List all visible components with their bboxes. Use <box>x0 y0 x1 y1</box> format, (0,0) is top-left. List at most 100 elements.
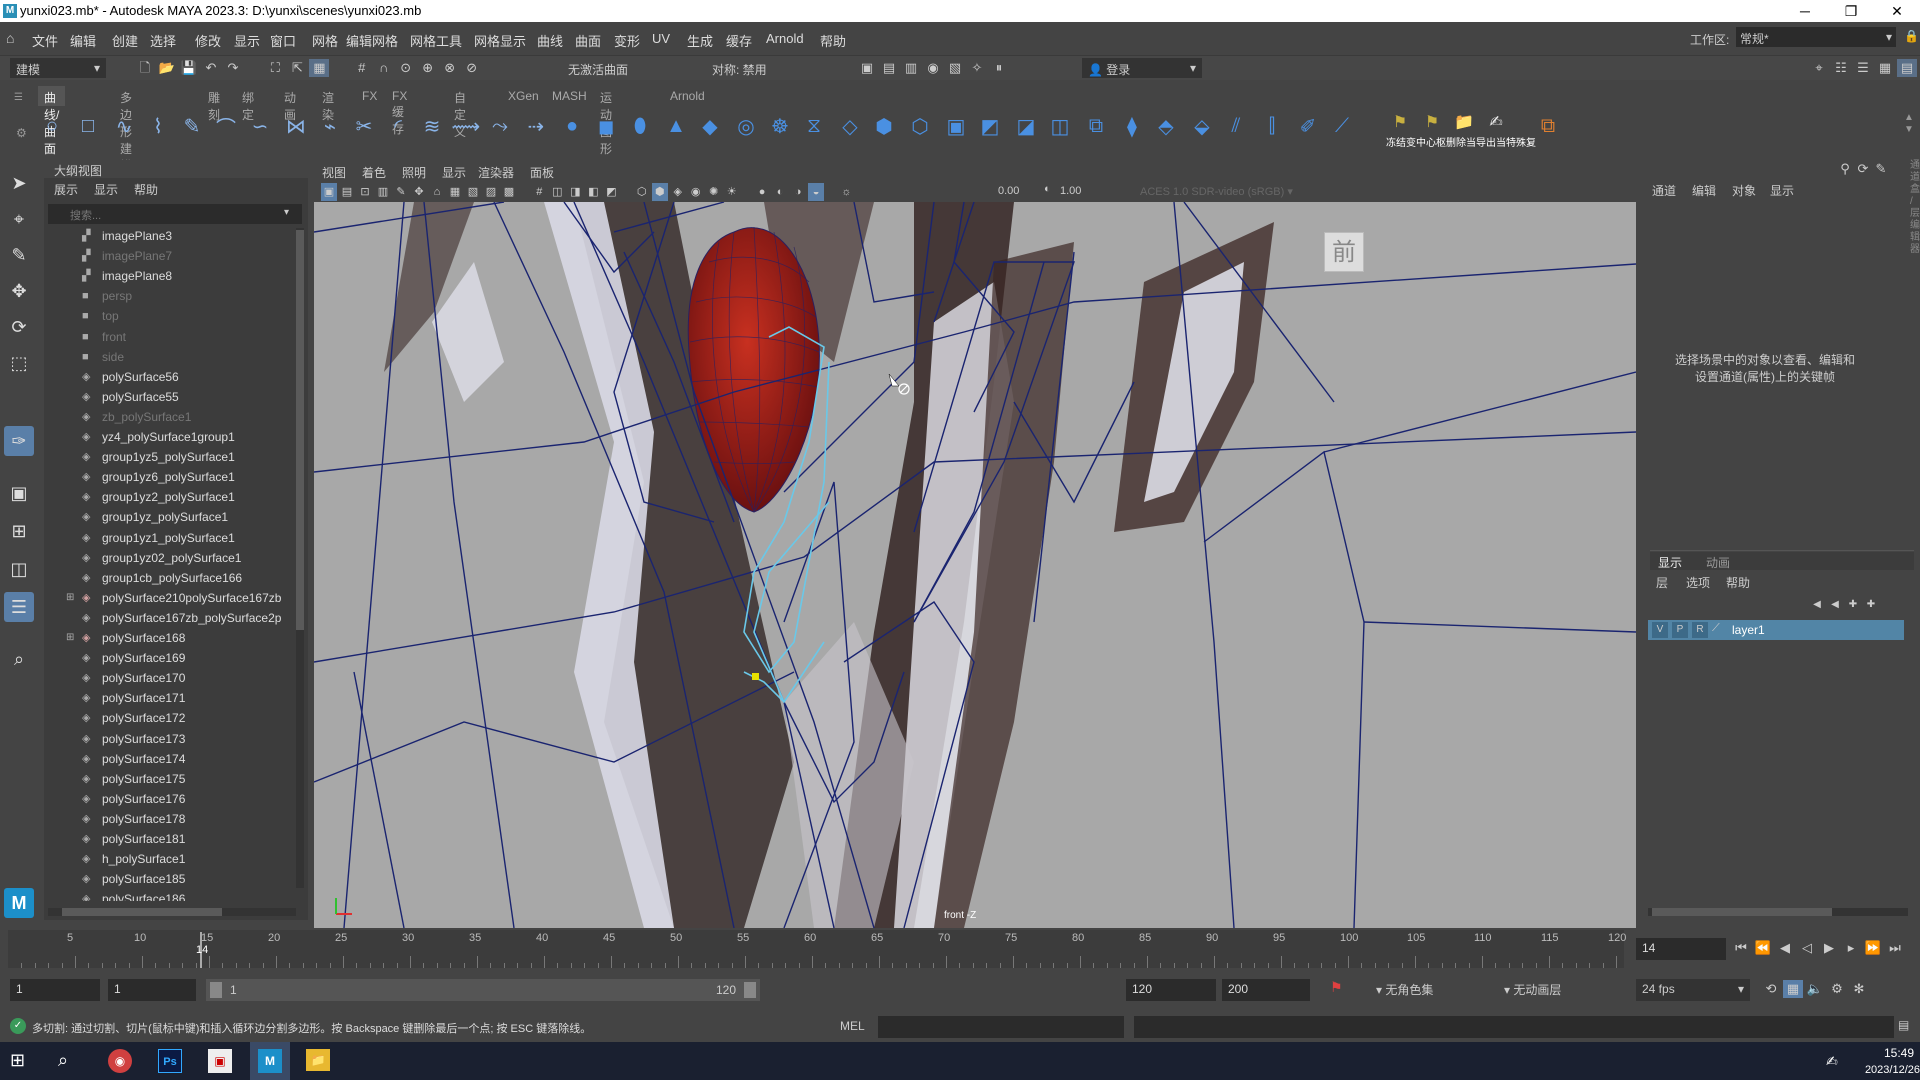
menu-1[interactable]: 编辑 <box>70 31 96 50</box>
tool-settings-icon[interactable]: ☰ <box>1853 59 1873 77</box>
curve-rebuild-icon[interactable]: ⟿ <box>452 112 481 140</box>
surface-edit-icon[interactable]: ⟋ <box>1328 112 1356 140</box>
shadows-icon[interactable]: ☀ <box>724 183 740 201</box>
nurbs-circle-icon[interactable]: ○ <box>38 112 66 140</box>
new-layer-selected-icon[interactable]: ✚ <box>1863 596 1879 614</box>
outliner-hscrollbar[interactable] <box>48 908 296 916</box>
grid-icon[interactable]: # <box>531 183 547 201</box>
shelf-tab-4[interactable]: 动画 <box>278 86 302 122</box>
light-editor-icon[interactable]: ✧ <box>967 59 987 77</box>
sound-icon[interactable]: 🔈 <box>1805 980 1825 998</box>
2d-pan-icon[interactable]: ✥ <box>411 183 427 201</box>
shelf-settings-icon[interactable]: ⚙ <box>16 126 27 140</box>
square-surface-icon[interactable]: ◩ <box>976 112 1004 140</box>
viewport-menu-5[interactable]: 面板 <box>530 164 554 181</box>
character-set-select[interactable]: ▾ 无角色集 <box>1376 981 1433 998</box>
colorspace-select[interactable]: ACES 1.0 SDR-video (sRGB) ▾ <box>1140 185 1360 198</box>
outliner-item[interactable]: ◈ polySurface171 <box>44 688 292 708</box>
lock-icon[interactable]: 🔒 <box>1904 29 1919 43</box>
paint-select-icon[interactable]: ✎ <box>4 240 34 270</box>
curve-attach-icon[interactable]: ⋈ <box>282 112 310 140</box>
current-frame-field[interactable]: 14 <box>1636 938 1726 960</box>
menu-7[interactable]: 网格 <box>312 31 338 50</box>
outliner-item[interactable]: ◈ group1yz1_polySurface1 <box>44 528 292 548</box>
outliner-item[interactable]: ◈ group1yz02_polySurface1 <box>44 548 292 568</box>
outliner-item[interactable]: ◈ polySurface173 <box>44 729 292 749</box>
export-selection-icon[interactable]: ✍ <box>1482 108 1510 136</box>
gate-mask-icon[interactable]: ▨ <box>483 183 499 201</box>
search-icon[interactable]: ⌕ <box>4 644 34 674</box>
script-editor-icon[interactable]: ▤ <box>1898 1018 1909 1032</box>
use-lights-icon[interactable]: ✺ <box>706 183 722 201</box>
curve-extend-icon[interactable]: ⤳ <box>486 112 514 140</box>
select-camera-icon[interactable]: ▣ <box>321 183 337 201</box>
shelf-tab-7[interactable]: FX 缓存 <box>386 86 413 136</box>
shelf-tab-1[interactable]: 多边形建模 <box>114 86 138 173</box>
layer-editor-icon[interactable]: ▤ <box>1897 59 1917 77</box>
menu-18[interactable]: 帮助 <box>820 31 846 50</box>
time-slider[interactable]: 5 10 15 20 25 30 35 40 45 50 55 60 65 70 75 80 85 90 95 100… <box>0 930 1920 970</box>
outliner-item[interactable]: ◈ polySurface176 <box>44 789 292 809</box>
shelf-menu-icon[interactable]: ☰ <box>14 92 23 103</box>
camera-attributes-icon[interactable]: ▤ <box>339 183 355 201</box>
outliner-item[interactable]: ▞ imagePlane7 <box>44 246 292 266</box>
menu-6[interactable]: 窗口 <box>270 31 296 50</box>
shelf-scroll-icon[interactable]: ▲ ▼ <box>1904 112 1914 136</box>
attach-surface-icon[interactable]: ⫽ <box>1222 112 1250 140</box>
outliner-menu-help[interactable]: 帮助 <box>134 181 158 198</box>
outliner-item[interactable]: ⊞ ◈ polySurface210polySurface167zb <box>44 588 292 608</box>
smooth-shade-icon[interactable]: ⬢ <box>651 183 668 201</box>
taskbar-browser-icon[interactable]: ◉ <box>108 1049 132 1073</box>
range-slider-left-handle[interactable] <box>210 982 222 998</box>
outliner-item[interactable]: ◈ group1yz6_polySurface1 <box>44 467 292 487</box>
curve-cut-icon[interactable]: ✂ <box>350 112 378 140</box>
outliner-item[interactable]: ◈ polySurface174 <box>44 749 292 769</box>
grease-pencil-icon[interactable]: ✎ <box>393 183 409 201</box>
motion-blur-icon[interactable]: ◐ <box>772 183 788 201</box>
menu-13[interactable]: 变形 <box>614 31 640 50</box>
snap-plane-icon[interactable]: ⊘ <box>462 59 482 77</box>
image-plane-icon[interactable]: ▥ <box>375 183 391 201</box>
layer-playback-toggle[interactable]: P <box>1672 622 1688 638</box>
select-component-icon[interactable]: ▦ <box>309 59 330 77</box>
field-chart-icon[interactable]: ▩ <box>501 183 517 201</box>
viewport-menu-4[interactable]: 渲染器 <box>478 164 514 181</box>
render-view-icon[interactable]: ▧ <box>945 59 965 77</box>
outliner-item[interactable]: ■ persp <box>44 286 292 306</box>
outliner-item[interactable]: ⊞ ◈ polySurface168 <box>44 628 292 648</box>
taskbar-maya-button[interactable]: M <box>250 1042 290 1080</box>
outliner-item[interactable]: ■ side <box>44 347 292 367</box>
outliner-item[interactable]: ◈ polySurface167zb_polySurface2p <box>44 608 292 628</box>
render-current-icon[interactable]: ▣ <box>857 59 877 77</box>
open-scene-icon[interactable]: 📂 <box>157 59 177 77</box>
lasso-tool-icon[interactable]: ⌖ <box>4 204 34 234</box>
select-object-icon[interactable]: ⇱ <box>287 59 307 77</box>
outliner-item[interactable]: ◈ polySurface55 <box>44 387 292 407</box>
auto-key-icon[interactable]: ⚑ <box>1330 979 1343 996</box>
shelf-tab-8[interactable]: 自定义 <box>448 86 472 139</box>
ambient-occlusion-icon[interactable]: ● <box>754 183 770 201</box>
move-layer-down-icon[interactable]: ◀ <box>1827 596 1843 614</box>
live-surface-field[interactable]: 无激活曲面 <box>568 61 628 78</box>
single-view-icon[interactable]: ▣ <box>4 478 34 508</box>
channel-box-menu-3[interactable]: 显示 <box>1770 182 1794 199</box>
channel-box-option-icon[interactable]: ⚲ <box>1837 160 1853 178</box>
shelf-tab-5[interactable]: 渲染 <box>316 86 340 122</box>
layer-color-icon[interactable]: ⟋ <box>1712 622 1720 635</box>
untrim-icon[interactable]: ⬙ <box>1188 112 1216 140</box>
loop-icon[interactable]: ⟲ <box>1761 980 1781 998</box>
cv-curve-icon[interactable]: ∿ <box>110 112 138 140</box>
revolve-icon[interactable]: ☸ <box>766 112 794 140</box>
view-cube-front[interactable]: 前 <box>1324 232 1364 272</box>
viewport-menu-2[interactable]: 照明 <box>402 164 426 181</box>
stitch-icon[interactable]: ⫿ <box>1258 112 1286 140</box>
channel-box-icon[interactable]: ▦ <box>1875 59 1895 77</box>
snap-grid-icon[interactable]: # <box>352 59 372 77</box>
nurbs-torus-icon[interactable]: ◎ <box>732 112 760 140</box>
lock-camera-icon[interactable]: ⌂ <box>429 183 445 201</box>
anim-layer-select[interactable]: ▾ 无动画层 <box>1504 981 1561 998</box>
taskbar-explorer-icon[interactable]: 📁 <box>306 1049 330 1071</box>
step-forward-key-icon[interactable]: ⏩ <box>1863 939 1883 957</box>
layer-tab-animation[interactable]: 动画 <box>1706 554 1730 571</box>
multi-cut-tool-icon[interactable]: ✑ <box>4 426 34 456</box>
